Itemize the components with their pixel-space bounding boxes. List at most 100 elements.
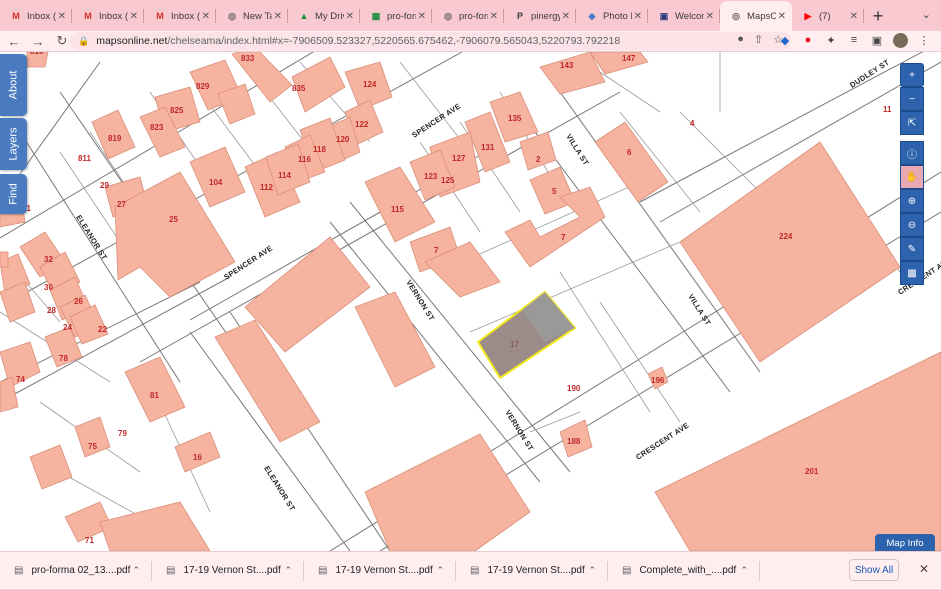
lot-11: 11 — [883, 105, 892, 114]
share-icon[interactable]: ⇧ — [754, 33, 763, 46]
reload-button[interactable]: ↻ — [52, 31, 72, 51]
lot-7b: 7 — [561, 233, 566, 242]
url-host: mapsonline.net — [96, 35, 168, 47]
plus-icon: + — [909, 69, 915, 81]
download-item[interactable]: ▤ Complete_with_....pdf ⌃ — [608, 552, 760, 589]
tab-close-icon[interactable]: ✕ — [706, 11, 714, 22]
erase-button[interactable]: ✎ — [900, 237, 924, 261]
chevron-up-icon[interactable]: ⌃ — [588, 565, 596, 576]
street-vernon-st-top: VERNON ST — [404, 278, 436, 322]
lot-122: 122 — [355, 120, 369, 129]
chevron-up-icon[interactable]: ⌃ — [740, 565, 748, 576]
find-tab[interactable]: Find — [0, 174, 27, 214]
download-filename: 17-19 Vernon St....pdf — [335, 564, 433, 576]
zoom-in-button[interactable]: + — [900, 63, 924, 87]
chrome-icon: ◎ — [228, 10, 236, 21]
tab-close-icon[interactable]: ✕ — [850, 11, 858, 22]
selected-parcel[interactable] — [476, 290, 577, 380]
browser-tab[interactable]: ◎ MapsOn✕ — [720, 1, 792, 31]
menu-kebab-icon[interactable]: ⋮ — [917, 32, 931, 48]
reading-list-icon[interactable]: ≡ — [847, 32, 861, 48]
photo-icon: ◆ — [588, 10, 596, 21]
zoom-out-button[interactable]: − — [900, 87, 924, 111]
show-all-button[interactable]: Show All — [849, 559, 899, 581]
download-item[interactable]: ▤ 17-19 Vernon St....pdf ⌃ — [304, 552, 456, 589]
side-panel-icon[interactable]: ▣ — [870, 32, 884, 48]
browser-tab[interactable]: ◎ pro-form✕ — [432, 1, 504, 31]
browser-tab[interactable]: Ppinergy ✕ — [504, 1, 576, 31]
pinterest-icon[interactable]: ● — [801, 32, 815, 48]
tab-close-icon[interactable]: ✕ — [202, 11, 210, 22]
close-shelf-icon[interactable]: ✕ — [919, 562, 929, 576]
printer-icon: ▩ — [907, 267, 917, 279]
download-item[interactable]: ▤ 17-19 Vernon St....pdf ⌃ — [152, 552, 304, 589]
tab-close-icon[interactable]: ✕ — [778, 11, 786, 22]
pdf-file-icon: ▤ — [14, 564, 24, 576]
browser-tab[interactable]: ◎ New Tab✕ — [216, 1, 288, 31]
download-item[interactable]: ▤ 17-19 Vernon St....pdf ⌃ — [456, 552, 608, 589]
browser-tab[interactable]: ▶ (7) ✕ — [792, 1, 864, 31]
back-button[interactable]: ← — [4, 31, 24, 51]
print-button[interactable]: ▩ — [900, 261, 924, 285]
address-bar[interactable]: 🔒 mapsonline.net/chelseama/index.html#x=… — [70, 32, 791, 50]
lot-17: 17 — [510, 340, 519, 349]
dropbox-icon[interactable]: ◆ — [778, 32, 792, 48]
tab-close-icon[interactable]: ✕ — [58, 11, 66, 22]
tab-close-icon[interactable]: ✕ — [130, 11, 138, 22]
lot-190: 190 — [567, 384, 581, 393]
tab-close-icon[interactable]: ✕ — [634, 11, 642, 22]
layers-tab[interactable]: Layers — [0, 118, 27, 170]
tab-close-icon[interactable]: ✕ — [562, 11, 570, 22]
location-icon[interactable]: ● — [737, 33, 744, 46]
browser-tab[interactable]: ▦ pro-form✕ — [360, 1, 432, 31]
identify-button[interactable]: ⓘ — [900, 141, 924, 165]
tab-search-icon[interactable]: ⌄ — [922, 8, 931, 21]
tab-close-icon[interactable]: ✕ — [274, 11, 282, 22]
lot-5: 5 — [552, 187, 557, 196]
lot-811: 811 — [78, 154, 91, 163]
map-info-button[interactable]: Map Info — [875, 534, 935, 551]
profile-avatar[interactable] — [893, 32, 908, 48]
full-extent-button[interactable]: ⇱ — [900, 111, 924, 135]
about-tab[interactable]: About — [0, 54, 27, 116]
lot-30: 30 — [44, 283, 53, 292]
browser-tab[interactable]: ▲ My Drive✕ — [288, 1, 360, 31]
tab-close-icon[interactable]: ✕ — [490, 11, 498, 22]
browser-tab[interactable]: M Inbox (6✕ — [72, 1, 144, 31]
zoom-box-in-button[interactable]: ⊕ — [900, 189, 924, 213]
lot-116: 116 — [298, 155, 311, 164]
zoom-box-out-button[interactable]: ⊖ — [900, 213, 924, 237]
browser-tab[interactable]: M Inbox (6✕ — [144, 1, 216, 31]
building-footprints — [0, 52, 941, 551]
chevron-up-icon[interactable]: ⌃ — [436, 565, 444, 576]
download-separator — [759, 560, 760, 581]
pan-button[interactable]: ✋ — [900, 165, 924, 189]
lot-118: 118 — [313, 145, 326, 154]
chevron-up-icon[interactable]: ⌃ — [132, 565, 140, 576]
lot-196: 196 — [651, 376, 665, 385]
lot-825: 825 — [170, 106, 184, 115]
lot-823: 823 — [150, 123, 164, 132]
gmail-icon: M — [156, 11, 164, 21]
pdf-file-icon: ▤ — [318, 564, 328, 576]
browser-tab[interactable]: M Inbox (6✕ — [0, 1, 72, 31]
tab-close-icon[interactable]: ✕ — [418, 11, 426, 22]
browser-tab[interactable]: ▣ Welcom✕ — [648, 1, 720, 31]
lot-112: 112 — [260, 183, 273, 192]
lot-104: 104 — [209, 178, 223, 187]
pdf-file-icon: ▤ — [622, 564, 632, 576]
lot-224: 224 — [779, 232, 793, 241]
new-tab-button[interactable]: + — [864, 1, 892, 31]
parcel-map[interactable]: 816 833 829 835 124 825 819 823 122 120 … — [0, 52, 941, 551]
download-item[interactable]: ▤ pro-forma 02_13....pdf ⌃ — [0, 552, 152, 589]
map-canvas[interactable]: 816 833 829 835 124 825 819 823 122 120 … — [0, 52, 941, 551]
street-dudley-st: DUDLEY ST — [848, 58, 891, 90]
forward-button[interactable]: → — [28, 31, 48, 51]
gmail-icon: M — [84, 11, 92, 21]
chevron-up-icon[interactable]: ⌃ — [284, 565, 292, 576]
info-icon: ⓘ — [907, 149, 917, 161]
tab-close-icon[interactable]: ✕ — [346, 11, 354, 22]
extensions-puzzle-icon[interactable]: ✦ — [824, 32, 838, 48]
browser-tab[interactable]: ◆ Photo M✕ — [576, 1, 648, 31]
pdf-file-icon: ▤ — [166, 564, 176, 576]
